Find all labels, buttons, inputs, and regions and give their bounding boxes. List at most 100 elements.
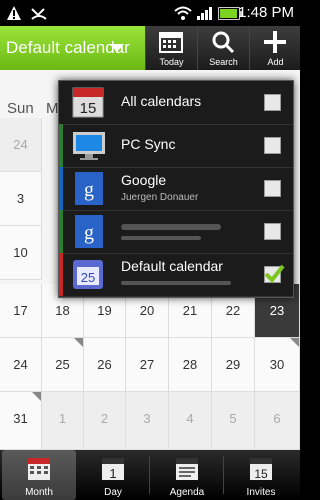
monitor-sync-icon [73,132,105,160]
checkbox[interactable] [264,223,281,240]
day-cell[interactable]: 1 [42,392,84,450]
google-icon: g [75,172,103,205]
calendar-color-bar [59,167,63,210]
calendar-icon-day: 1 [109,466,116,481]
calendar-grid-icon [159,32,183,53]
day-number: 2 [100,411,109,426]
tab-month[interactable]: Month [2,450,76,500]
calendar-option-title: All calendars [121,93,202,109]
calendar-stack-icon: 15 [72,87,104,118]
chevron-down-icon [110,44,124,52]
event-indicator [32,392,41,401]
calendar-icon: 25 [73,260,103,289]
calendar-color-bar [59,210,63,253]
search-label: Search [209,57,238,67]
day-cell[interactable]: 25 [42,338,84,392]
redacted-text [121,281,231,285]
invites-icon: 15 [250,458,272,481]
day-number: 24 [13,357,28,372]
day-cell[interactable]: 17 [0,284,42,338]
day-number: 6 [273,411,281,426]
calendar-option-account: Juergen Donauer [121,192,199,203]
calendar-selector-dropdown[interactable]: Default calendar [0,26,145,70]
day-number: 24 [13,137,28,152]
day-number: 31 [13,411,28,426]
day-number: 18 [55,303,70,318]
day-cell[interactable]: 24 [0,118,42,172]
redacted-text [121,236,201,240]
day-number: 27 [139,357,155,372]
tab-label: Day [104,487,122,498]
google-icon: g [75,215,103,248]
day-number: 1 [58,411,67,426]
day-number: 26 [97,357,112,372]
status-bar: 1:48 PM [0,0,300,26]
day-cell[interactable]: 27 [126,338,169,392]
tab-label: Month [25,487,53,498]
day-number: 19 [97,303,112,318]
bottom-nav: Month 1 Day Agenda 15 Invites [0,450,300,500]
day-cell[interactable]: 26 [84,338,126,392]
tab-label: Invites [246,487,276,498]
wifi-icon [174,6,192,20]
battery-icon [218,7,242,20]
search-button[interactable]: Search [197,26,249,70]
calendar-option-pc-sync[interactable]: PC Sync [59,124,293,168]
status-time: 1:48 PM [238,4,294,21]
calendar-option-title: Default calendar [121,258,223,274]
calendar-icon-day: 25 [81,270,95,285]
day-cell[interactable]: 6 [255,392,300,450]
calendar-option-default[interactable]: 25 Default calendar [59,253,293,297]
calendar-color-bar [59,253,63,296]
event-indicator [290,338,299,347]
agenda-icon [176,458,198,480]
checkbox-checked[interactable] [264,264,285,284]
calendar-icon-day: 15 [80,100,97,117]
month-calendar-icon [28,458,50,480]
weekday-header: M [46,100,59,117]
day-number: 23 [269,303,285,318]
today-label: Today [159,57,184,67]
svg-text:g: g [84,179,94,201]
day-cell[interactable]: 10 [0,226,42,280]
event-indicator [74,338,83,347]
day-number: 20 [139,303,155,318]
day-cell[interactable]: 31 [0,392,42,450]
tab-day[interactable]: 1 Day [76,450,150,500]
calendar-option-title: Google [121,172,167,188]
calendar-option-all[interactable]: 15 All calendars [59,81,293,125]
day-number: 28 [182,357,198,372]
day-number: 10 [13,245,28,260]
calendar-option-google[interactable]: g Google Juergen Donauer [59,167,293,211]
day-cell[interactable]: 2 [84,392,126,450]
day-cell[interactable]: 3 [0,172,42,226]
day-cell[interactable]: 24 [0,338,42,392]
checkbox[interactable] [264,180,281,197]
today-button[interactable]: Today [145,26,197,70]
add-button[interactable]: Add [249,26,301,70]
day-cell[interactable]: 3 [126,392,169,450]
day-cell[interactable]: 5 [212,392,255,450]
day-cell[interactable]: 28 [169,338,212,392]
day-cell[interactable]: 30 [255,338,300,392]
tab-agenda[interactable]: Agenda [150,450,224,500]
add-label: Add [267,57,284,67]
tab-invites[interactable]: 15 Invites [224,450,298,500]
action-bar: Default calendar Today Search Add [0,26,300,70]
svg-text:g: g [84,222,94,244]
calendar-icon-day: 15 [254,467,268,481]
missed-call-icon [31,8,47,20]
checkbox[interactable] [264,137,281,154]
day-number: 5 [229,411,237,426]
checkbox[interactable] [264,94,281,111]
day-number: 25 [55,357,70,372]
day-cell[interactable]: 29 [212,338,255,392]
calendar-option-title: PC Sync [121,136,176,152]
plus-icon [264,31,286,53]
day-number: 4 [186,411,194,426]
tab-label: Agenda [169,487,205,498]
day-number: 3 [143,411,151,426]
calendar-select-popup: 15 All calendars PC Sync g Google Juerge… [58,80,294,298]
day-cell[interactable]: 4 [169,392,212,450]
calendar-option-google-2[interactable]: g [59,210,293,254]
